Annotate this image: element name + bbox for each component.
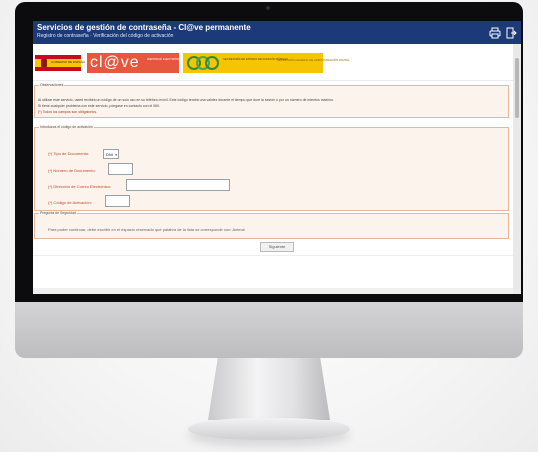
clave-logo: cl@ve IDENTIDAD ELECTRÓNICA PARA LAS ADM… (87, 53, 225, 73)
security-question-fieldset: Pregunta de Seguridad Para poder continu… (34, 211, 509, 239)
next-button[interactable]: Siguiente (260, 242, 294, 252)
monitor-chin (15, 302, 523, 358)
observations-fieldset: Observaciones Al utilizar este servicio,… (34, 83, 509, 118)
divider (33, 80, 513, 81)
ministry-text: GOBIERNO DE ESPAÑA (51, 60, 85, 64)
vertical-scrollbar[interactable] (513, 44, 521, 294)
doc-type-value: DNI (106, 152, 113, 157)
required-fields-note: (*) Todos los campos son obligatorios. (38, 110, 98, 114)
activation-code-fieldset: Introduzca el código de activación (*) T… (34, 125, 509, 211)
activation-legend: Introduzca el código de activación (39, 125, 94, 129)
crest-icon (41, 59, 47, 67)
divider (33, 255, 513, 256)
activation-code-input[interactable] (105, 195, 130, 207)
monitor-stand-base (188, 418, 350, 440)
activation-code-label: (*) Código de Activación: (48, 200, 92, 205)
exit-icon[interactable] (505, 27, 517, 39)
doc-number-input[interactable] (108, 163, 133, 175)
observation-line: Al utilizar este servicio, usted recibir… (38, 98, 334, 102)
chevron-down-icon: ▾ (115, 153, 117, 157)
logo-strip: GOBIERNO DE ESPAÑA cl@ve IDENTIDAD ELECT… (35, 52, 350, 74)
screen: Servicios de gestión de contraseña - Cl@… (33, 21, 521, 294)
security-legend: Pregunta de Seguridad (39, 211, 77, 215)
email-label: (*) Dirección de Correo Electrónico: (48, 184, 111, 189)
monitor-stand-neck (208, 358, 330, 420)
spain-government-logo: GOBIERNO DE ESPAÑA (35, 55, 85, 71)
page-title: Servicios de gestión de contraseña - Cl@… (37, 23, 251, 32)
sgad-logo: SECRETARÍA DE ESTADO DE FUNCIÓN PÚBLICA … (183, 53, 350, 73)
doc-type-select[interactable]: DNI ▾ (103, 149, 119, 159)
clave-wordmark: cl@ve (90, 54, 140, 71)
email-input[interactable] (126, 179, 230, 191)
app-header: Servicios de gestión de contraseña - Cl@… (33, 21, 521, 44)
printer-icon[interactable] (489, 27, 501, 39)
doc-number-label: (*) Número de Documento: (48, 168, 96, 173)
scrollbar-thumb[interactable] (515, 58, 519, 118)
doc-type-label: (*) Tipo de Documento: (48, 151, 90, 156)
observations-legend: Observaciones (39, 83, 65, 87)
rings-icon (187, 56, 219, 70)
camera-dot (266, 6, 270, 10)
page-subtitle: Registro de contraseña · Verificación de… (37, 33, 174, 39)
sgad-text-secondary: SECRETARÍA GENERAL DE ADMINISTRACIÓN DIG… (277, 58, 350, 62)
security-question-text: Para poder continuar, debe escribir en e… (48, 227, 245, 232)
observation-line: Si tiene cualquier problema con este ser… (38, 104, 160, 108)
horizontal-scrollbar[interactable] (33, 288, 513, 294)
